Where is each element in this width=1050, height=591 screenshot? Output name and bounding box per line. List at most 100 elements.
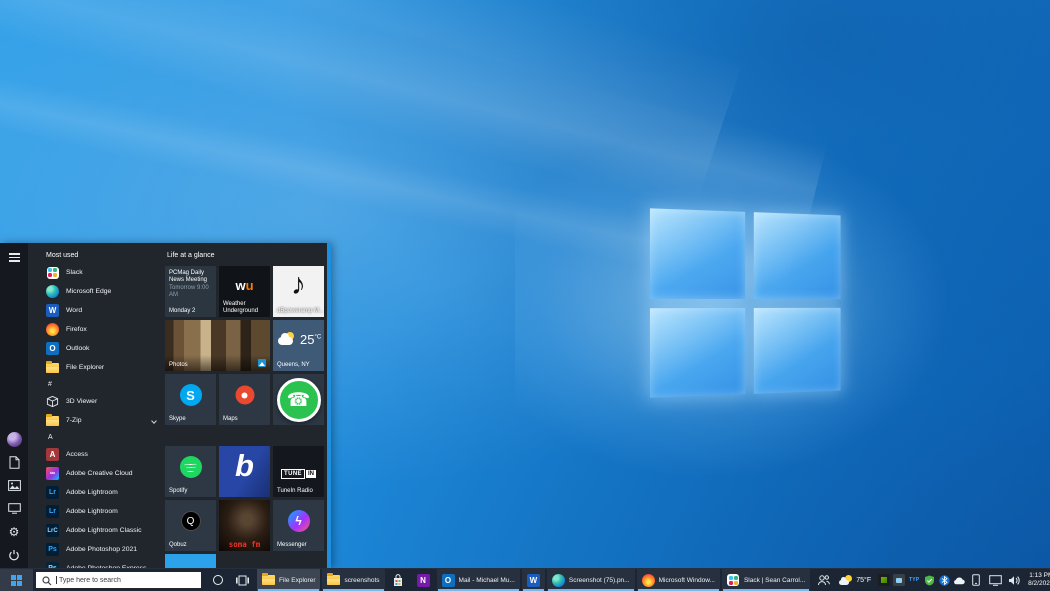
tile-spotify[interactable]: Spotify [165, 446, 216, 497]
tile-bandcamp[interactable]: b [219, 446, 270, 497]
volume-button[interactable] [1006, 575, 1022, 586]
start-menu-app-adobe-lightroom-classic[interactable]: LrCAdobe Lightroom Classic [28, 521, 165, 540]
tiles-scrollbar[interactable] [327, 243, 331, 568]
taskbar-button-label: Slack | Sean Carrol... [744, 577, 805, 584]
pictures-button[interactable] [0, 474, 28, 497]
tile-calendar[interactable]: PCMag Daily News Meeting Tomorrow 9:00 A… [165, 266, 216, 317]
taskbar-button-people[interactable] [812, 569, 835, 591]
start-menu-app-3d-viewer[interactable]: 3D Viewer [28, 392, 165, 411]
tile-weather-queens[interactable]: 25°C Queens, NY [273, 320, 324, 371]
start-menu-app-firefox[interactable]: Firefox [28, 320, 165, 339]
start-menu-app-access[interactable]: AAccess [28, 445, 165, 464]
document-icon [9, 456, 20, 469]
slack-icon [46, 266, 59, 279]
taskbar-button-screenshots[interactable]: screenshots [322, 569, 384, 591]
photoshop-icon: Ps [46, 543, 59, 556]
tile-partial[interactable] [165, 554, 216, 568]
taskbar-button-mail-michael-mu[interactable]: OMail - Michael Mu... [437, 569, 520, 591]
start-menu-app-word[interactable]: WWord [28, 301, 165, 320]
start-menu-app-adobe-creative-cloud[interactable]: ∞ Adobe Creative Cloud [28, 464, 165, 483]
search-input[interactable] [56, 576, 201, 585]
tile-whatsapp[interactable] [273, 374, 324, 425]
your-phone-button[interactable] [968, 574, 984, 586]
tile-weather-underground[interactable]: wu Weather Underground [219, 266, 270, 317]
cortana-button[interactable] [205, 569, 230, 591]
tile-somafm[interactable]: soma fm [219, 500, 270, 551]
tile-label: Queens, NY [277, 362, 310, 368]
task-view-icon [236, 575, 249, 586]
tile-label: Monday 2 [169, 308, 195, 314]
tray-text: TYP [909, 577, 919, 583]
hamburger-menu-icon[interactable] [0, 246, 28, 269]
outlook-icon: O [46, 342, 59, 355]
music-note-icon: ♪ [273, 268, 324, 302]
bluetooth-icon[interactable] [938, 574, 950, 586]
tile-label: TuneIn Radio [277, 488, 313, 494]
tile-qobuz[interactable]: Q Qobuz [165, 500, 216, 551]
system-tray: TYP [878, 574, 965, 586]
taskbar-button-microsoft-window[interactable]: Microsoft Window... [637, 569, 720, 591]
tile-messenger[interactable]: Messenger [273, 500, 324, 551]
tile-photos[interactable]: Photos [165, 320, 270, 371]
taskbar-button-onenote[interactable]: N [412, 569, 435, 591]
app-section-header[interactable]: # [28, 377, 165, 392]
start-menu-app-adobe-photoshop-2021[interactable]: PsAdobe Photoshop 2021 [28, 540, 165, 559]
start-menu-app-7-zip[interactable]: 7-Zip [28, 411, 165, 430]
taskbar-button-screenshot-75-pn[interactable]: Screenshot (75).pn... [547, 569, 635, 591]
user-account-button[interactable] [0, 428, 28, 451]
gear-icon: ⚙ [9, 526, 20, 538]
skype-icon: S [180, 384, 202, 406]
tile-group-title[interactable]: Life at a glance [167, 252, 214, 259]
tile-label: Maps [223, 416, 238, 422]
windows-security-icon[interactable] [923, 574, 935, 586]
taskbar-button-word[interactable]: W [522, 569, 545, 591]
wu-logo-w: w [235, 278, 245, 293]
weather-underground-logo: wu [219, 278, 270, 293]
windows-logo-pane [650, 308, 745, 398]
onedrive-icon[interactable] [953, 574, 965, 586]
tray-typ-icon[interactable]: TYP [908, 574, 920, 586]
taskbar-right-cluster: 75°F TYP 1:13 PM 8/2/2021 2 [835, 569, 1050, 591]
creative-cloud-icon: ∞ [46, 467, 59, 480]
hamburger-icon [9, 253, 20, 262]
avatar [7, 432, 22, 447]
windows-logo-pane [753, 307, 840, 394]
tray-app-2-icon[interactable] [893, 574, 905, 586]
tray-app-1-icon[interactable] [878, 574, 890, 586]
taskbar-button-file-explorer[interactable]: File Explorer [257, 569, 320, 591]
tile-maps[interactable]: Maps [219, 374, 270, 425]
task-view-button[interactable] [230, 569, 255, 591]
firefox-icon [46, 323, 59, 336]
start-button[interactable] [0, 569, 33, 591]
folder-icon [46, 414, 59, 427]
app-label: Adobe Creative Cloud [66, 470, 133, 477]
tile-skype[interactable]: S Skype [165, 374, 216, 425]
start-menu-app-microsoft-edge[interactable]: Microsoft Edge [28, 282, 165, 301]
chevron-down-icon[interactable] [151, 418, 157, 424]
search-icon [42, 576, 52, 586]
slack-icon [727, 574, 740, 587]
start-menu-app-adobe-lightroom[interactable]: LrAdobe Lightroom [28, 483, 165, 502]
display-button[interactable] [987, 575, 1003, 586]
maps-pin-icon [235, 386, 254, 405]
tile-music-app[interactable]: ♪ dBpoweramp M... [273, 266, 324, 317]
documents-button[interactable] [0, 451, 28, 474]
taskbar-clock[interactable]: 1:13 PM 8/2/2021 [1025, 572, 1050, 588]
news-weather-widget[interactable]: 75°F [835, 575, 875, 585]
start-menu-app-adobe-photoshop-express[interactable]: PsAdobe Photoshop Express [28, 559, 165, 568]
start-menu-app-adobe-lightroom[interactable]: LrAdobe Lightroom [28, 502, 165, 521]
rail-bottom-group: ⚙ [0, 428, 28, 568]
taskbar-button-store[interactable] [387, 569, 410, 591]
start-menu-app-file-explorer[interactable]: File Explorer [28, 358, 165, 377]
power-button[interactable] [0, 543, 28, 566]
power-icon [8, 549, 20, 561]
taskbar-search[interactable] [35, 571, 202, 589]
start-menu-app-outlook[interactable]: OOutlook [28, 339, 165, 358]
taskbar-button-slack-sean-carrol[interactable]: Slack | Sean Carrol... [722, 569, 810, 591]
devices-button[interactable] [0, 497, 28, 520]
app-section-header[interactable]: A [28, 430, 165, 445]
tunein-logo: TUNEIN [273, 462, 324, 480]
tile-tunein[interactable]: TUNEIN TuneIn Radio [273, 446, 324, 497]
settings-button[interactable]: ⚙ [0, 520, 28, 543]
start-menu-app-slack[interactable]: Slack [28, 263, 165, 282]
